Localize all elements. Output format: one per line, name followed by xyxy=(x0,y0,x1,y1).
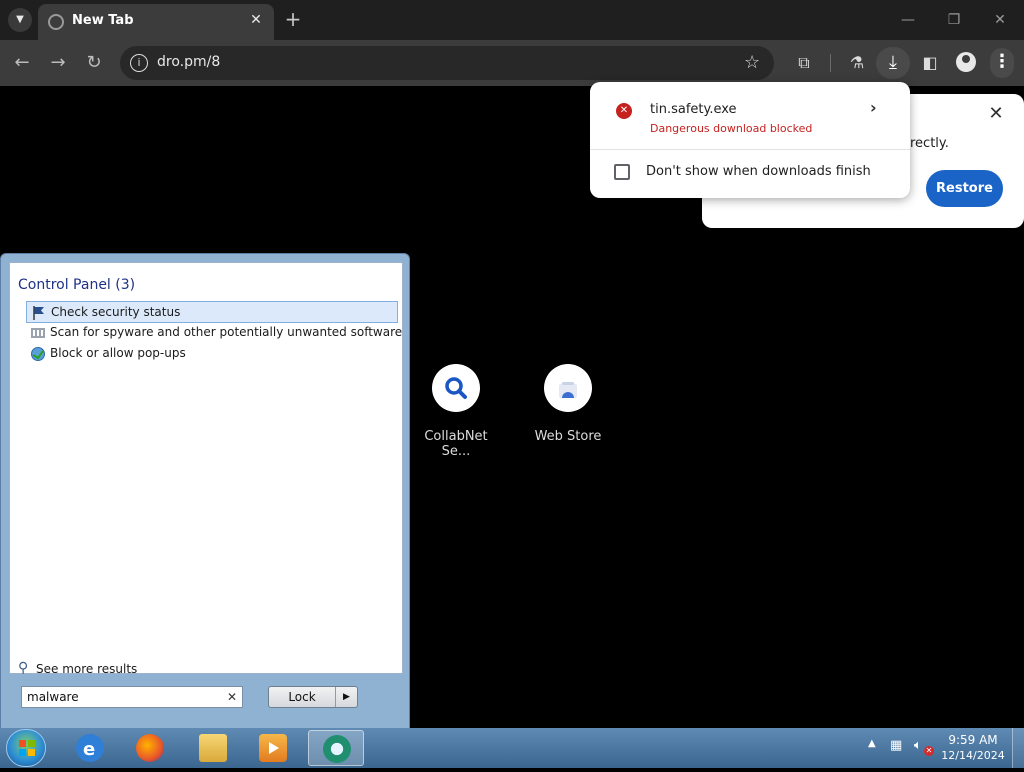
browser-tabstrip: ▼ New Tab ✕ + — ❐ ✕ xyxy=(0,0,1024,40)
taskbar: e ▲ ▦ 🔈︎ ✕ 9:59 AM 12/14/2024 xyxy=(0,728,1024,768)
search-icon xyxy=(432,364,480,412)
taskbar-chrome[interactable] xyxy=(308,730,364,766)
list-item[interactable]: Check security status xyxy=(26,301,398,323)
search-results-pane: Control Panel (3) Check security status … xyxy=(9,262,403,676)
toolbar-divider xyxy=(830,54,831,72)
shortcut-tile[interactable]: CollabNet Se... xyxy=(408,364,504,459)
lock-label: Lock xyxy=(288,690,316,704)
tab-new-tab[interactable]: New Tab ✕ xyxy=(38,4,274,40)
url-text[interactable]: dro.pm/8 xyxy=(157,54,220,70)
results-group-header[interactable]: Control Panel (3) xyxy=(18,277,135,293)
error-x-icon: ✕ xyxy=(616,103,632,119)
back-arrow-icon[interactable]: ← xyxy=(9,50,35,76)
labs-flask-icon[interactable]: ⚗ xyxy=(845,51,869,75)
forward-arrow-icon[interactable]: → xyxy=(45,50,71,76)
close-icon[interactable]: ✕ xyxy=(984,102,1008,126)
tab-title: New Tab xyxy=(72,13,134,28)
clock-date[interactable]: 12/14/2024 xyxy=(940,749,1006,762)
browser-toolbar: ← → ↻ i dro.pm/8 ☆ ⧉ ⚗ ⤓ ◧ ⋮ xyxy=(0,40,1024,86)
result-label: Check security status xyxy=(51,305,181,319)
taskbar-firefox[interactable] xyxy=(122,730,178,766)
globe-icon xyxy=(48,14,64,30)
bookmark-star-icon[interactable]: ☆ xyxy=(744,52,760,73)
close-window-button[interactable]: ✕ xyxy=(986,8,1014,32)
list-item[interactable]: Block or allow pop-ups xyxy=(26,343,398,365)
dont-show-checkbox[interactable] xyxy=(614,164,630,180)
tab-close-icon[interactable]: ✕ xyxy=(246,10,266,30)
taskbar-internet-explorer[interactable]: e xyxy=(62,730,118,766)
result-label: Scan for spyware and other potentially u… xyxy=(50,325,403,339)
show-desktop-button[interactable] xyxy=(1012,728,1024,768)
media-player-icon xyxy=(259,734,287,762)
start-menu: Control Panel (3) Check security status … xyxy=(0,253,410,729)
clock-time[interactable]: 9:59 AM xyxy=(944,733,1002,747)
new-tab-button[interactable]: + xyxy=(282,8,304,30)
start-search-input[interactable]: malware ✕ xyxy=(21,686,243,708)
extensions-puzzle-icon[interactable]: ⧉ xyxy=(792,51,816,75)
restore-window-button[interactable]: ❐ xyxy=(940,8,968,32)
muted-x-icon: ✕ xyxy=(924,746,934,756)
network-icon[interactable]: ▦ xyxy=(890,738,906,754)
taskbar-file-explorer[interactable] xyxy=(185,730,241,766)
download-filename[interactable]: tin.safety.exe xyxy=(650,102,737,117)
minimize-button[interactable]: — xyxy=(894,8,922,32)
restore-message: rectly. xyxy=(910,136,949,151)
address-bar[interactable]: i dro.pm/8 ☆ xyxy=(120,46,774,80)
windows-start-orb-icon[interactable] xyxy=(6,729,46,767)
lock-button[interactable]: Lock ▶ xyxy=(268,686,358,708)
file-explorer-icon xyxy=(199,734,227,762)
magnifier-icon: ⚲ xyxy=(18,660,29,676)
search-input-value[interactable]: malware xyxy=(27,690,79,704)
divider xyxy=(590,149,910,150)
profile-avatar-icon[interactable] xyxy=(956,52,976,72)
internet-explorer-icon: e xyxy=(76,734,104,762)
download-bubble: ✕ tin.safety.exe Dangerous download bloc… xyxy=(590,82,910,198)
shortcut-tile[interactable]: Web Store xyxy=(520,364,616,448)
shortcut-label: CollabNet Se... xyxy=(424,429,488,459)
windows-defender-icon xyxy=(30,325,46,341)
clear-search-icon[interactable]: ✕ xyxy=(224,689,240,705)
tab-search-button[interactable]: ▼ xyxy=(8,8,32,32)
list-item[interactable]: Scan for spyware and other potentially u… xyxy=(26,322,402,344)
download-icon[interactable]: ⤓ xyxy=(876,47,910,79)
taskbar-media-player[interactable] xyxy=(245,730,301,766)
show-hidden-icons-arrow-icon[interactable]: ▲ xyxy=(868,738,876,749)
restore-button[interactable]: Restore xyxy=(926,170,1003,207)
internet-options-icon xyxy=(30,346,46,362)
side-panel-icon[interactable]: ◧ xyxy=(918,51,942,75)
kebab-menu-icon[interactable]: ⋮ xyxy=(990,48,1014,78)
svg-text:e: e xyxy=(83,739,95,760)
reload-icon[interactable]: ↻ xyxy=(81,50,107,76)
see-more-results-link[interactable]: See more results xyxy=(36,662,137,676)
action-center-flag-icon xyxy=(31,305,47,321)
result-label: Block or allow pop-ups xyxy=(50,346,186,360)
shutdown-options-arrow-icon[interactable]: ▶ xyxy=(335,687,357,707)
shortcut-label: Web Store xyxy=(534,429,602,444)
download-status: Dangerous download blocked xyxy=(650,122,813,135)
chrome-icon xyxy=(323,735,351,763)
chevron-right-icon[interactable]: › xyxy=(870,98,877,117)
site-info-icon[interactable]: i xyxy=(130,54,148,72)
firefox-icon xyxy=(136,734,164,762)
checkbox-label[interactable]: Don't show when downloads finish xyxy=(646,164,871,179)
web-store-icon xyxy=(544,364,592,412)
